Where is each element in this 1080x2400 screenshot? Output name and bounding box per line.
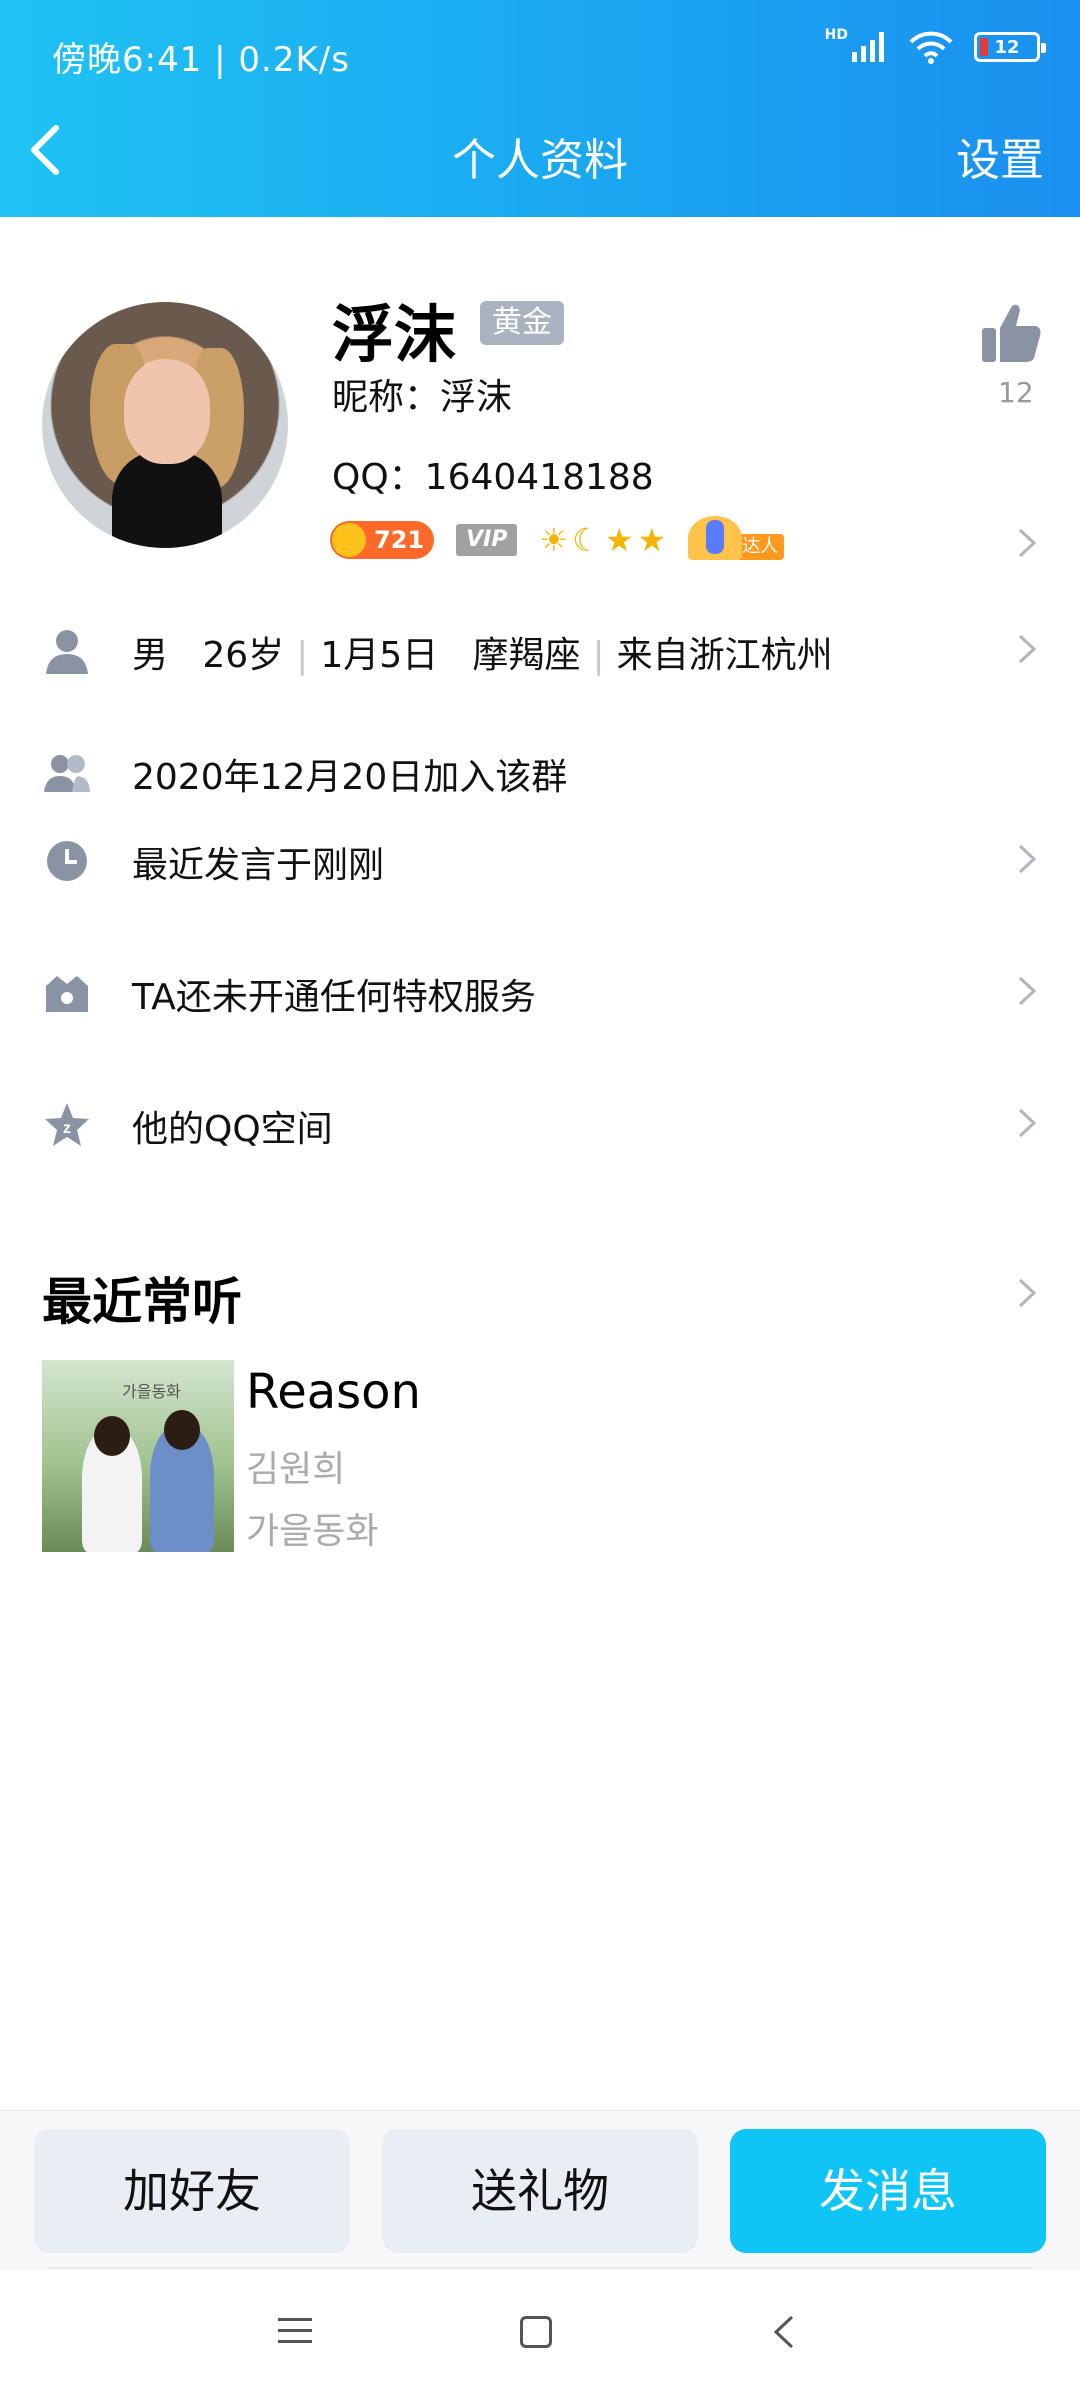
like-button[interactable]	[978, 300, 1048, 370]
navigation-bar: 个人资料 设置	[0, 110, 1080, 200]
chevron-right-icon[interactable]	[1016, 526, 1038, 560]
menu-icon[interactable]	[278, 2316, 312, 2346]
qzone-text: 他的QQ空间	[132, 1109, 333, 1150]
system-navigation-bar	[0, 2270, 1080, 2400]
qzone-star-icon: z	[45, 1103, 89, 1146]
song-album: 가을동화	[246, 1511, 379, 1552]
profile-nickname: 昵称：浮沫	[332, 377, 513, 418]
daren-tag: 达人	[736, 534, 785, 560]
chevron-right-icon[interactable]	[1016, 1276, 1038, 1310]
signal-icon	[852, 32, 884, 62]
basic-info-row[interactable]: 男 26岁 | 1月5日 摩羯座 | 来自浙江杭州	[0, 620, 1080, 680]
last-spoke-row[interactable]: 最近发言于刚刚	[0, 830, 1080, 890]
privilege-row[interactable]: TA还未开通任何特权服务	[0, 962, 1080, 1022]
last-spoke-text: 最近发言于刚刚	[132, 845, 385, 886]
battery-level: 12	[994, 36, 1020, 58]
thumbs-up-icon	[982, 304, 1041, 362]
recent-listening-title: 最近常听	[42, 1273, 242, 1331]
chevron-right-icon	[1016, 842, 1038, 876]
song-title[interactable]: Reason	[246, 1364, 421, 1420]
song-artist: 김원희	[246, 1449, 346, 1490]
chevron-right-icon	[1016, 974, 1038, 1008]
avatar[interactable]	[42, 302, 288, 548]
send-gift-button[interactable]: 送礼物	[382, 2129, 698, 2253]
daren-badge: 达人	[688, 516, 785, 560]
clock-icon	[47, 841, 87, 881]
battery-icon: 12	[974, 32, 1046, 62]
chevron-right-icon	[1016, 1106, 1038, 1140]
sun-icon: ☀	[539, 521, 569, 559]
gold-badge[interactable]: 黄金	[480, 301, 564, 345]
level-icons: ☀ ☾ ★ ★	[539, 521, 666, 559]
gender: 男	[132, 635, 169, 676]
home-icon[interactable]	[520, 2316, 552, 2348]
basic-info-text: 男 26岁 | 1月5日 摩羯座 | 来自浙江杭州	[132, 635, 833, 676]
chevron-right-icon	[1016, 632, 1038, 666]
zodiac: 摩羯座	[472, 635, 581, 676]
level-badge: 721	[330, 521, 435, 559]
status-bar: 傍晚6:41 | 0.2K/s HD 12	[0, 0, 1080, 100]
group-join-row: 2020年12月20日加入该群	[0, 742, 1080, 802]
location: 来自浙江杭州	[616, 635, 833, 676]
settings-button[interactable]: 设置	[956, 124, 1044, 188]
star-icon: ★	[637, 521, 667, 559]
svg-text:z: z	[63, 1120, 71, 1137]
moon-icon: ☾	[572, 521, 601, 559]
birthday: 1月5日	[320, 635, 439, 676]
hd-label: HD	[824, 27, 848, 43]
add-friend-button[interactable]: 加好友	[34, 2129, 350, 2253]
daren-wing-icon	[688, 516, 743, 560]
qzone-row[interactable]: z 他的QQ空间	[0, 1094, 1080, 1154]
profile-qq-number: QQ：1640418188	[332, 457, 654, 498]
group-join-date: 2020年12月20日加入该群	[132, 757, 568, 798]
like-count: 12	[998, 376, 1034, 409]
wifi-icon	[909, 31, 953, 64]
page-title: 个人资料	[452, 135, 628, 186]
privilege-crown-icon	[46, 976, 88, 1012]
star-icon: ★	[604, 521, 634, 559]
divider	[48, 2267, 1032, 2269]
person-icon	[46, 630, 88, 674]
privilege-text: TA还未开通任何特权服务	[132, 977, 536, 1018]
status-icons: HD 12	[824, 27, 1046, 64]
album-cover-caption: 가을동화	[122, 1382, 181, 1401]
group-members-icon	[44, 755, 90, 792]
age: 26岁	[202, 635, 285, 676]
album-cover[interactable]: 가을동화	[42, 1360, 234, 1552]
send-message-button[interactable]: 发消息	[730, 2129, 1046, 2253]
vip-badge: VIP	[456, 524, 518, 556]
badge-row[interactable]: 721 VIP ☀ ☾ ★ ★ 达人	[330, 516, 785, 562]
profile-name: 浮沫	[332, 298, 457, 371]
system-back-icon[interactable]	[772, 2314, 796, 2350]
status-time: 傍晚6:41 | 0.2K/s	[52, 40, 350, 80]
bottom-action-bar: 加好友 送礼物 发消息	[0, 2110, 1080, 2270]
